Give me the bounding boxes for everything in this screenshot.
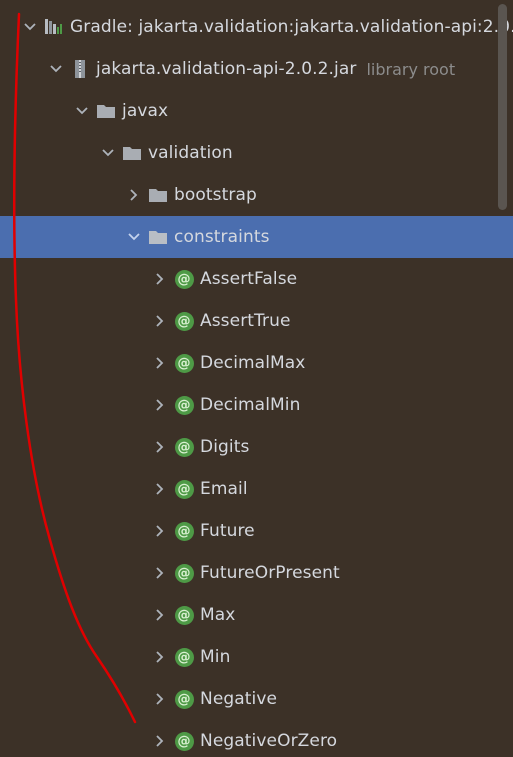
tree-node-label: Min — [200, 647, 231, 667]
tree-node-bootstrap[interactable]: bootstrap — [0, 174, 513, 216]
tree-node-label: constraints — [174, 227, 270, 247]
tree-node-label: jakarta.validation-api-2.0.2.jar — [96, 59, 357, 79]
annotation-icon: @ — [174, 311, 194, 331]
tree-node-jar[interactable]: jakarta.validation-api-2.0.2.jar library… — [0, 48, 513, 90]
annotation-icon: @ — [174, 269, 194, 289]
vertical-scrollbar-thumb[interactable] — [498, 4, 507, 210]
chevron-right-icon[interactable] — [126, 187, 142, 203]
annotation-icon: @ — [174, 437, 194, 457]
tree-node-label: NegativeOrZero — [200, 731, 338, 751]
tree-node-label: Email — [200, 479, 248, 499]
tree-node-annotation[interactable]: @ AssertTrue — [0, 300, 513, 342]
tree-node-annotation[interactable]: @ Max — [0, 594, 513, 636]
annotation-icon: @ — [174, 395, 194, 415]
chevron-down-icon[interactable] — [48, 61, 64, 77]
folder-icon — [148, 228, 168, 246]
tree-node-label: Gradle: jakarta.validation:jakarta.valid… — [70, 17, 513, 37]
chevron-down-icon[interactable] — [74, 103, 90, 119]
tree-node-validation[interactable]: validation — [0, 132, 513, 174]
library-root-hint: library root — [366, 59, 456, 79]
tree-node-annotation[interactable]: @ Digits — [0, 426, 513, 468]
tree-node-label: DecimalMax — [200, 353, 306, 373]
gradle-library-icon — [44, 18, 64, 36]
tree-node-label: DecimalMin — [200, 395, 301, 415]
chevron-right-icon[interactable] — [152, 439, 168, 455]
tree-node-javax[interactable]: javax — [0, 90, 513, 132]
annotation-icon: @ — [174, 353, 194, 373]
jar-archive-icon — [70, 60, 90, 78]
chevron-right-icon[interactable] — [152, 607, 168, 623]
annotation-icon: @ — [174, 479, 194, 499]
tree-node-label: FutureOrPresent — [200, 563, 340, 583]
tree-node-label: javax — [122, 101, 169, 121]
chevron-right-icon[interactable] — [152, 397, 168, 413]
tree-node-annotation[interactable]: @ FutureOrPresent — [0, 552, 513, 594]
tree-node-annotation[interactable]: @ NegativeOrZero — [0, 720, 513, 757]
annotation-icon: @ — [174, 647, 194, 667]
project-tree: Gradle: jakarta.validation:jakarta.valid… — [0, 0, 513, 757]
chevron-right-icon[interactable] — [152, 271, 168, 287]
chevron-down-icon[interactable] — [100, 145, 116, 161]
tree-node-label: Negative — [200, 689, 278, 709]
annotation-icon: @ — [174, 563, 194, 583]
tree-node-annotation[interactable]: @ DecimalMax — [0, 342, 513, 384]
tree-node-gradle-library[interactable]: Gradle: jakarta.validation:jakarta.valid… — [0, 6, 513, 48]
tree-node-annotation[interactable]: @ Min — [0, 636, 513, 678]
chevron-right-icon[interactable] — [152, 733, 168, 749]
chevron-right-icon[interactable] — [152, 691, 168, 707]
tree-node-label: AssertFalse — [200, 269, 298, 289]
annotation-icon: @ — [174, 605, 194, 625]
chevron-right-icon[interactable] — [152, 565, 168, 581]
annotation-icon: @ — [174, 521, 194, 541]
tree-node-annotation[interactable]: @ DecimalMin — [0, 384, 513, 426]
tree-node-label: Digits — [200, 437, 250, 457]
tree-node-annotation[interactable]: @ Future — [0, 510, 513, 552]
chevron-down-icon[interactable] — [126, 229, 142, 245]
folder-icon — [148, 186, 168, 204]
chevron-right-icon[interactable] — [152, 481, 168, 497]
chevron-down-icon[interactable] — [22, 19, 38, 35]
folder-icon — [122, 144, 142, 162]
tree-node-annotation[interactable]: @ Negative — [0, 678, 513, 720]
tree-node-annotation[interactable]: @ Email — [0, 468, 513, 510]
tree-node-constraints[interactable]: constraints — [0, 216, 513, 258]
annotation-icon: @ — [174, 731, 194, 751]
folder-icon — [96, 102, 116, 120]
tree-node-annotation[interactable]: @ AssertFalse — [0, 258, 513, 300]
chevron-right-icon[interactable] — [152, 523, 168, 539]
tree-node-label: AssertTrue — [200, 311, 291, 331]
chevron-right-icon[interactable] — [152, 355, 168, 371]
tree-node-label: bootstrap — [174, 185, 257, 205]
tree-node-label: validation — [148, 143, 233, 163]
chevron-right-icon[interactable] — [152, 313, 168, 329]
tree-node-label: Future — [200, 521, 255, 541]
chevron-right-icon[interactable] — [152, 649, 168, 665]
annotation-icon: @ — [174, 689, 194, 709]
tree-node-label: Max — [200, 605, 236, 625]
